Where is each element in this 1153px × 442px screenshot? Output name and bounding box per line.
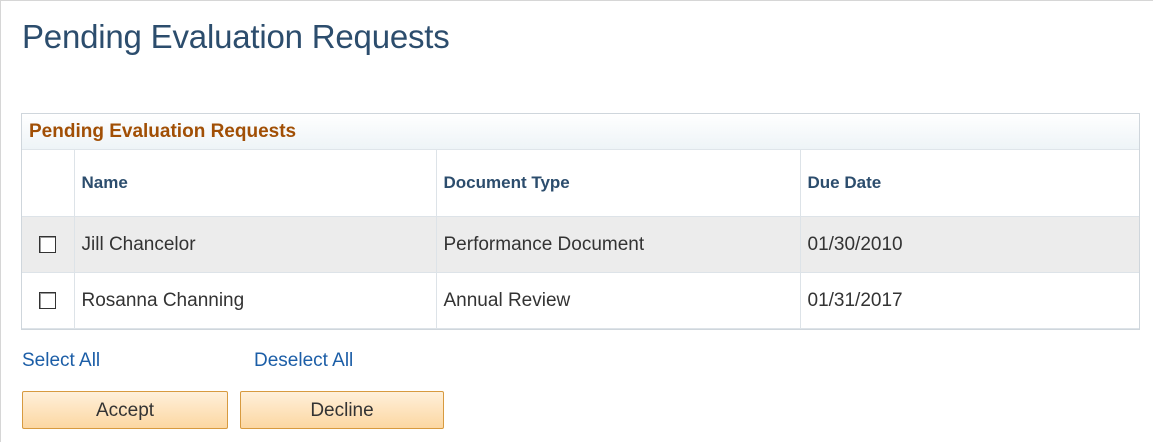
page-top-border xyxy=(0,0,1153,1)
cell-document-type: Annual Review xyxy=(436,272,801,329)
row-checkbox[interactable] xyxy=(39,235,57,253)
deselect-all-link[interactable]: Deselect All xyxy=(254,350,353,372)
accept-button[interactable]: Accept xyxy=(22,391,228,429)
grid-title: Pending Evaluation Requests xyxy=(22,114,1139,150)
pending-requests-grid: Pending Evaluation Requests Name Documen… xyxy=(21,113,1140,330)
requests-table: Name Document Type Due Date Jill Chancel… xyxy=(22,150,1139,329)
cell-name: Rosanna Channing xyxy=(74,272,437,329)
column-header-document-type[interactable]: Document Type xyxy=(436,150,801,217)
column-header-name[interactable]: Name xyxy=(74,150,437,217)
row-select-cell xyxy=(22,216,75,273)
row-select-cell xyxy=(22,272,75,329)
cell-document-type: Performance Document xyxy=(436,216,801,273)
select-column-header xyxy=(22,150,75,217)
table-row: Jill Chancelor Performance Document 01/3… xyxy=(22,216,1139,273)
cell-name: Jill Chancelor xyxy=(74,216,437,273)
page-left-border xyxy=(0,0,1,442)
page-title: Pending Evaluation Requests xyxy=(22,18,450,55)
row-checkbox[interactable] xyxy=(39,291,57,309)
cell-due-date: 01/31/2017 xyxy=(800,272,1139,329)
select-all-link[interactable]: Select All xyxy=(22,350,100,372)
table-row: Rosanna Channing Annual Review 01/31/201… xyxy=(22,272,1139,329)
table-header-row: Name Document Type Due Date xyxy=(22,150,1139,217)
cell-due-date: 01/30/2010 xyxy=(800,216,1139,273)
decline-button[interactable]: Decline xyxy=(240,391,444,429)
column-header-due-date[interactable]: Due Date xyxy=(800,150,1139,217)
